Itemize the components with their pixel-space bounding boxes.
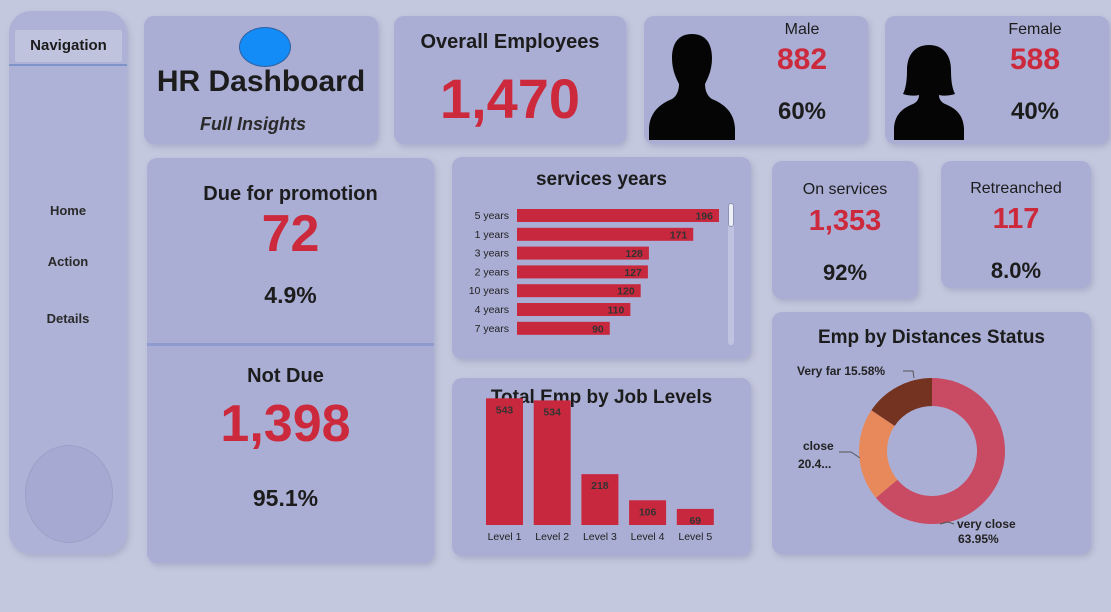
due-promotion-label: Due for promotion: [203, 183, 378, 205]
job-levels-chart: 543 Level 1 534 Level 2 218 Level 3 106 Level 4…: [486, 398, 714, 543]
female-silhouette-icon: [894, 45, 964, 140]
services-years-chart: 5 years 196 1 years 171 3 years 128 2 years 127…: [469, 209, 719, 335]
donut-slice-label: Very far 15.58%: [797, 364, 885, 378]
nav-item-action[interactable]: Action: [9, 254, 127, 269]
job-level-bar: [486, 398, 523, 525]
dashboard-subtitle: Full Insights: [200, 114, 306, 134]
navigation-panel: Navigation Home Action Details: [9, 11, 127, 554]
donut-slice-label: 20.4...: [798, 457, 831, 471]
services-year-value-label: 171: [670, 229, 688, 241]
nav-item-details[interactable]: Details: [9, 311, 127, 326]
male-count: 882: [776, 43, 828, 76]
services-year-label: 2 years: [475, 266, 509, 278]
services-year-bar: [517, 209, 719, 222]
due-promotion-value: 72: [261, 205, 320, 263]
job-level-category-label: Level 5: [678, 531, 712, 543]
services-year-label: 10 years: [469, 285, 509, 297]
on-services-value: 1,353: [808, 205, 882, 237]
promotion-divider: [147, 343, 434, 346]
female-label: Female: [1008, 21, 1062, 38]
label-leader-line: [903, 370, 915, 379]
services-year-label: 1 years: [475, 229, 509, 241]
nav-circle-shape: [25, 445, 113, 543]
male-silhouette-icon: [649, 34, 735, 140]
not-due-label: Not Due: [247, 365, 324, 387]
overall-employees-card: Overall Employees 1,470: [394, 16, 626, 144]
job-level-value-label: 106: [639, 506, 657, 518]
job-level-value-label: 69: [689, 515, 701, 527]
female-card: Female 588 40%: [885, 16, 1109, 144]
nav-item-home[interactable]: Home: [9, 203, 127, 218]
navigation-divider: [9, 64, 127, 66]
retrenched-percent: 8.0%: [990, 258, 1042, 283]
services-years-scrollbar[interactable]: [728, 203, 734, 345]
services-years-card: services years 5 years 196 1 years 171 3 yea…: [452, 157, 751, 359]
services-year-bar: [517, 227, 694, 241]
label-leader-line: [839, 451, 861, 459]
not-due-value: 1,398: [220, 395, 351, 453]
scrollbar-thumb[interactable]: [728, 203, 734, 227]
job-level-bar: [533, 400, 571, 525]
services-year-value-label: 128: [625, 248, 643, 260]
services-year-value-label: 90: [592, 323, 604, 335]
header-card: HR Dashboard Full Insights: [144, 16, 378, 144]
male-card: Male 882 60%: [644, 16, 868, 144]
job-level-value-label: 543: [496, 404, 514, 416]
distance-donut-chart: Very far 15.58% close 20.4... very close63.…: [797, 364, 1016, 546]
overall-employees-label: Overall Employees: [420, 31, 600, 53]
job-level-value-label: 534: [543, 406, 561, 418]
services-year-label: 5 years: [475, 210, 509, 222]
donut-slice-label: very close: [957, 517, 1016, 531]
job-level-category-label: Level 4: [631, 531, 665, 543]
overall-employees-value: 1,470: [439, 67, 581, 130]
services-year-label: 4 years: [475, 304, 509, 316]
job-level-value-label: 218: [591, 480, 609, 492]
job-level-category-label: Level 1: [488, 531, 522, 543]
not-due-percent: 95.1%: [252, 485, 319, 511]
services-year-value-label: 120: [617, 286, 635, 298]
job-level-category-label: Level 2: [535, 531, 569, 543]
donut-slice-label: close: [803, 439, 834, 453]
promotion-card: Due for promotion 72 4.9% Not Due 1,398 …: [147, 158, 434, 563]
female-percent: 40%: [1010, 98, 1060, 125]
distance-status-card: Emp by Distances Status Very far 15.58% c…: [772, 312, 1091, 554]
donut-slice-label: 63.95%: [958, 532, 999, 546]
navigation-title: Navigation: [15, 30, 122, 62]
services-year-value-label: 110: [607, 305, 624, 317]
services-year-value-label: 127: [624, 267, 642, 279]
on-services-percent: 92%: [822, 260, 868, 285]
services-year-label: 7 years: [475, 323, 509, 335]
on-services-label: On services: [802, 181, 888, 198]
retrenched-card: Retreanched 117 8.0%: [941, 161, 1091, 288]
on-services-card: On services 1,353 92%: [772, 161, 918, 299]
due-promotion-percent: 4.9%: [264, 282, 317, 308]
retrenched-label: Retreanched: [970, 180, 1062, 197]
male-label: Male: [784, 21, 820, 38]
female-count: 588: [1009, 43, 1061, 76]
services-year-label: 3 years: [475, 248, 509, 260]
job-level-category-label: Level 3: [583, 531, 617, 543]
services-year-value-label: 196: [695, 211, 713, 223]
retrenched-value: 117: [992, 203, 1040, 235]
job-levels-card: Total Emp by Job Levels 543 Level 1 534 Lev…: [452, 378, 751, 556]
male-percent: 60%: [777, 98, 827, 125]
logo-circle: [239, 27, 291, 67]
dashboard-title: HR Dashboard: [156, 65, 366, 98]
